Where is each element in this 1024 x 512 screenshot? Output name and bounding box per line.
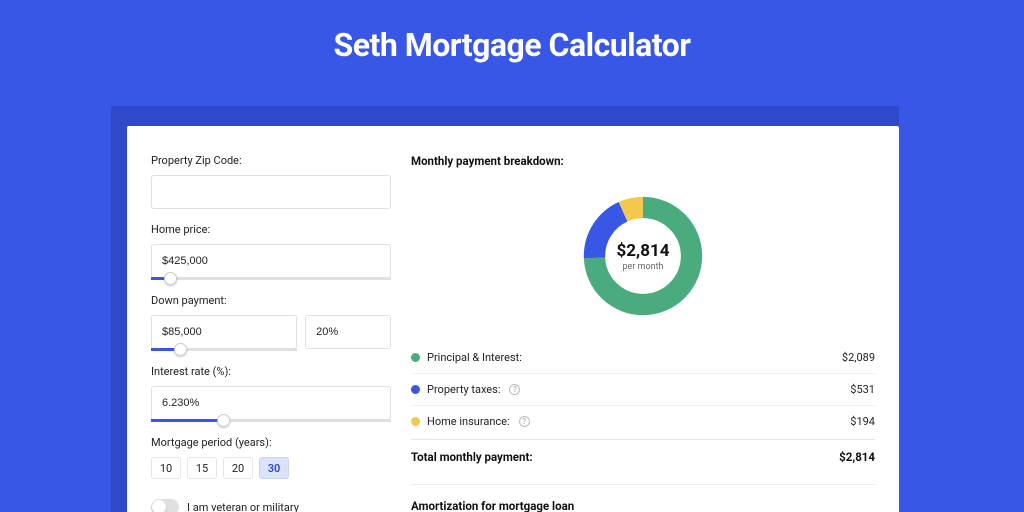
- price-slider-thumb[interactable]: [164, 272, 177, 285]
- form-column: Property Zip Code: Home price: Down paym…: [151, 154, 391, 512]
- down-amount-input[interactable]: [151, 315, 297, 349]
- rate-slider-fill: [151, 419, 223, 422]
- veteran-label: I am veteran or military: [187, 501, 299, 512]
- breakdown-item-value: $531: [850, 383, 875, 396]
- legend-dot: [411, 353, 420, 362]
- period-btn-15[interactable]: 15: [187, 457, 217, 479]
- breakdown-line: Principal & Interest: $2,089: [411, 342, 875, 374]
- down-percent-input[interactable]: [305, 315, 391, 349]
- price-slider[interactable]: [151, 277, 391, 280]
- help-icon[interactable]: ?: [519, 416, 530, 427]
- veteran-toggle[interactable]: [151, 499, 179, 512]
- breakdown-item-label: Principal & Interest:: [427, 351, 522, 364]
- down-slider-thumb[interactable]: [174, 343, 187, 356]
- donut-chart: $2,814 per month: [579, 192, 707, 320]
- legend-dot: [411, 385, 420, 394]
- period-btn-30[interactable]: 30: [259, 457, 289, 479]
- breakdown-lines: Principal & Interest: $2,089 Property taxe…: [411, 342, 875, 437]
- donut-subtext: per month: [622, 262, 663, 272]
- page: Seth Mortgage Calculator Property Zip Co…: [0, 0, 1024, 512]
- zip-label: Property Zip Code:: [151, 154, 391, 167]
- amortization-title: Amortization for mortgage loan: [411, 499, 875, 512]
- breakdown-line: Home insurance:? $194: [411, 406, 875, 437]
- help-icon[interactable]: ?: [509, 384, 520, 395]
- down-field: Down payment:: [151, 294, 391, 351]
- period-btn-10[interactable]: 10: [151, 457, 181, 479]
- down-slider[interactable]: [151, 348, 297, 351]
- period-label: Mortgage period (years):: [151, 436, 391, 449]
- amortization-section: Amortization for mortgage loan Amortizat…: [411, 484, 875, 512]
- legend-dot: [411, 417, 420, 426]
- total-label: Total monthly payment:: [411, 450, 533, 464]
- breakdown-line: Property taxes:? $531: [411, 374, 875, 406]
- breakdown-column: Monthly payment breakdown: $2,814 per mo…: [411, 154, 875, 512]
- veteran-row: I am veteran or military: [151, 499, 391, 512]
- total-value: $2,814: [839, 450, 875, 464]
- down-label: Down payment:: [151, 294, 391, 307]
- zip-field: Property Zip Code:: [151, 154, 391, 209]
- page-title: Seth Mortgage Calculator: [0, 0, 1024, 86]
- zip-input[interactable]: [151, 175, 391, 209]
- donut-amount: $2,814: [617, 241, 670, 261]
- period-btn-20[interactable]: 20: [223, 457, 253, 479]
- rate-field: Interest rate (%):: [151, 365, 391, 422]
- breakdown-item-label: Property taxes:: [427, 383, 500, 396]
- rate-input[interactable]: [151, 386, 391, 420]
- total-row: Total monthly payment: $2,814: [411, 439, 875, 478]
- breakdown-title: Monthly payment breakdown:: [411, 154, 875, 168]
- rate-slider[interactable]: [151, 419, 391, 422]
- breakdown-item-value: $2,089: [842, 351, 875, 364]
- period-field: Mortgage period (years): 10 15 20 30: [151, 436, 391, 479]
- calculator-card: Property Zip Code: Home price: Down paym…: [127, 126, 899, 512]
- price-field: Home price:: [151, 223, 391, 280]
- price-label: Home price:: [151, 223, 391, 236]
- rate-label: Interest rate (%):: [151, 365, 391, 378]
- period-buttons: 10 15 20 30: [151, 457, 391, 479]
- donut-chart-area: $2,814 per month: [411, 180, 875, 332]
- breakdown-item-label: Home insurance:: [427, 415, 510, 428]
- donut-center: $2,814 per month: [579, 192, 707, 320]
- rate-slider-thumb[interactable]: [217, 414, 230, 427]
- breakdown-item-value: $194: [850, 415, 875, 428]
- price-input[interactable]: [151, 244, 391, 278]
